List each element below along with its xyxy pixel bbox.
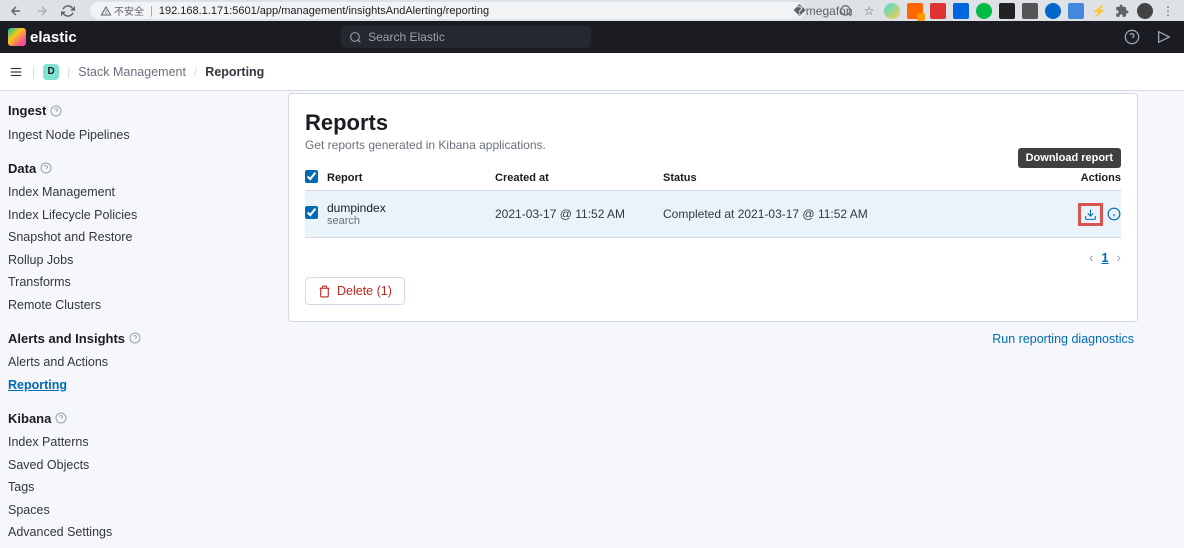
sidebar-item[interactable]: Snapshot and Restore: [8, 227, 234, 250]
sidebar-item[interactable]: Reporting: [8, 374, 234, 397]
column-created[interactable]: Created at: [495, 172, 663, 184]
extension-icon-10[interactable]: ⚡: [1091, 3, 1107, 19]
breadcrumb-separator: |: [32, 65, 35, 79]
delete-button[interactable]: Delete (1): [305, 277, 405, 305]
reload-button[interactable]: [60, 3, 76, 19]
help-icon: [55, 412, 67, 424]
breadcrumb-bar: | D | Stack Management / Reporting: [0, 53, 1184, 91]
sidebar-item[interactable]: Spaces: [8, 499, 234, 522]
logo-mark-icon: [8, 28, 26, 46]
sidebar-item[interactable]: Alerts and Actions: [8, 352, 234, 375]
page-title: Reports: [305, 110, 1121, 136]
forward-button[interactable]: [34, 3, 50, 19]
search-placeholder: Search Elastic: [368, 30, 445, 44]
translate-icon[interactable]: �megafon: [815, 3, 831, 19]
info-button[interactable]: [1107, 207, 1121, 221]
extension-icon-7[interactable]: [1022, 3, 1038, 19]
sidebar-item[interactable]: Index Patterns: [8, 432, 234, 455]
breadcrumb-item[interactable]: Stack Management: [78, 65, 186, 79]
help-icon: [129, 332, 141, 344]
extension-icon-3[interactable]: [930, 3, 946, 19]
trash-icon: [318, 285, 331, 298]
delete-label: Delete (1): [337, 284, 392, 298]
report-status: Completed at 2021-03-17 @ 11:52 AM: [663, 207, 1053, 221]
sidebar-item[interactable]: Saved Objects: [8, 454, 234, 477]
back-button[interactable]: [8, 3, 24, 19]
extension-icon-8[interactable]: [1045, 3, 1061, 19]
select-all-checkbox[interactable]: [305, 170, 318, 183]
elastic-logo[interactable]: elastic: [8, 28, 77, 46]
extension-icon-5[interactable]: [976, 3, 992, 19]
sidebar-item[interactable]: Tags: [8, 477, 234, 500]
logo-text: elastic: [30, 29, 77, 46]
elastic-header: elastic Search Elastic: [0, 21, 1184, 53]
global-search-input[interactable]: Search Elastic: [341, 26, 591, 48]
column-report[interactable]: Report: [327, 172, 495, 184]
report-type: search: [327, 215, 495, 227]
sidebar-item[interactable]: Rollup Jobs: [8, 249, 234, 272]
diagnostics-link[interactable]: Run reporting diagnostics: [288, 332, 1138, 346]
reports-table: Report Created at Status Actions Downloa…: [305, 166, 1121, 238]
url-bar[interactable]: 不安全 | 192.168.1.171:5601/app/management/…: [90, 2, 805, 19]
sidebar-section-header: Ingest: [8, 103, 234, 118]
sidebar: Ingest Ingest Node Pipelines Data Index M…: [0, 91, 242, 548]
row-checkbox[interactable]: [305, 206, 318, 219]
breadcrumb-item-current: Reporting: [205, 65, 264, 79]
report-name: dumpindex: [327, 201, 495, 215]
sidebar-item[interactable]: Ingest Node Pipelines: [8, 124, 234, 147]
extension-icon-4[interactable]: [953, 3, 969, 19]
nav-toggle-button[interactable]: [8, 64, 24, 80]
extension-icon-6[interactable]: [999, 3, 1015, 19]
sidebar-section-header: Data: [8, 161, 234, 176]
browser-chrome: 不安全 | 192.168.1.171:5601/app/management/…: [0, 0, 1184, 21]
column-status[interactable]: Status: [663, 172, 1053, 184]
page-subtitle: Get reports generated in Kibana applicat…: [305, 138, 1121, 152]
breadcrumb-separator: |: [67, 65, 70, 79]
extension-icon-9[interactable]: [1068, 3, 1084, 19]
extension-icon-1[interactable]: [884, 3, 900, 19]
search-icon: [349, 31, 362, 44]
profile-avatar[interactable]: [1137, 3, 1153, 19]
extensions-button[interactable]: [1114, 3, 1130, 19]
sidebar-item[interactable]: Advanced Settings: [8, 522, 234, 545]
insecure-warning-icon: 不安全: [100, 3, 144, 18]
extension-icon-2[interactable]: [907, 3, 923, 19]
sidebar-section-header: Alerts and Insights: [8, 331, 234, 346]
column-actions: Actions: [1053, 172, 1121, 184]
pagination: ‹ 1 ›: [305, 250, 1121, 265]
more-icon[interactable]: ⋮: [1160, 3, 1176, 19]
page-number[interactable]: 1: [1101, 250, 1108, 265]
url-text: 192.168.1.171:5601/app/management/insigh…: [159, 5, 489, 17]
table-row: dumpindex search 2021-03-17 @ 11:52 AM C…: [305, 190, 1121, 238]
help-icon: [40, 162, 52, 174]
bookmark-icon[interactable]: ☆: [861, 3, 877, 19]
space-badge[interactable]: D: [43, 64, 59, 80]
sidebar-item[interactable]: Index Lifecycle Policies: [8, 204, 234, 227]
report-created: 2021-03-17 @ 11:52 AM: [495, 207, 663, 221]
help-icon: [50, 105, 62, 117]
prev-page-button[interactable]: ‹: [1089, 250, 1093, 265]
download-button[interactable]: [1078, 203, 1103, 226]
sidebar-item[interactable]: Remote Clusters: [8, 294, 234, 317]
next-page-button[interactable]: ›: [1117, 250, 1121, 265]
sidebar-item[interactable]: Index Management: [8, 182, 234, 205]
help-icon[interactable]: [1120, 25, 1144, 49]
sidebar-section-header: Kibana: [8, 411, 234, 426]
newsfeed-icon[interactable]: [1152, 25, 1176, 49]
download-tooltip: Download report: [1018, 148, 1121, 168]
table-header: Report Created at Status Actions Downloa…: [305, 166, 1121, 190]
reports-panel: Reports Get reports generated in Kibana …: [288, 93, 1138, 322]
breadcrumb-separator: /: [194, 65, 197, 79]
sidebar-item[interactable]: Transforms: [8, 272, 234, 295]
search-page-icon[interactable]: [838, 3, 854, 19]
